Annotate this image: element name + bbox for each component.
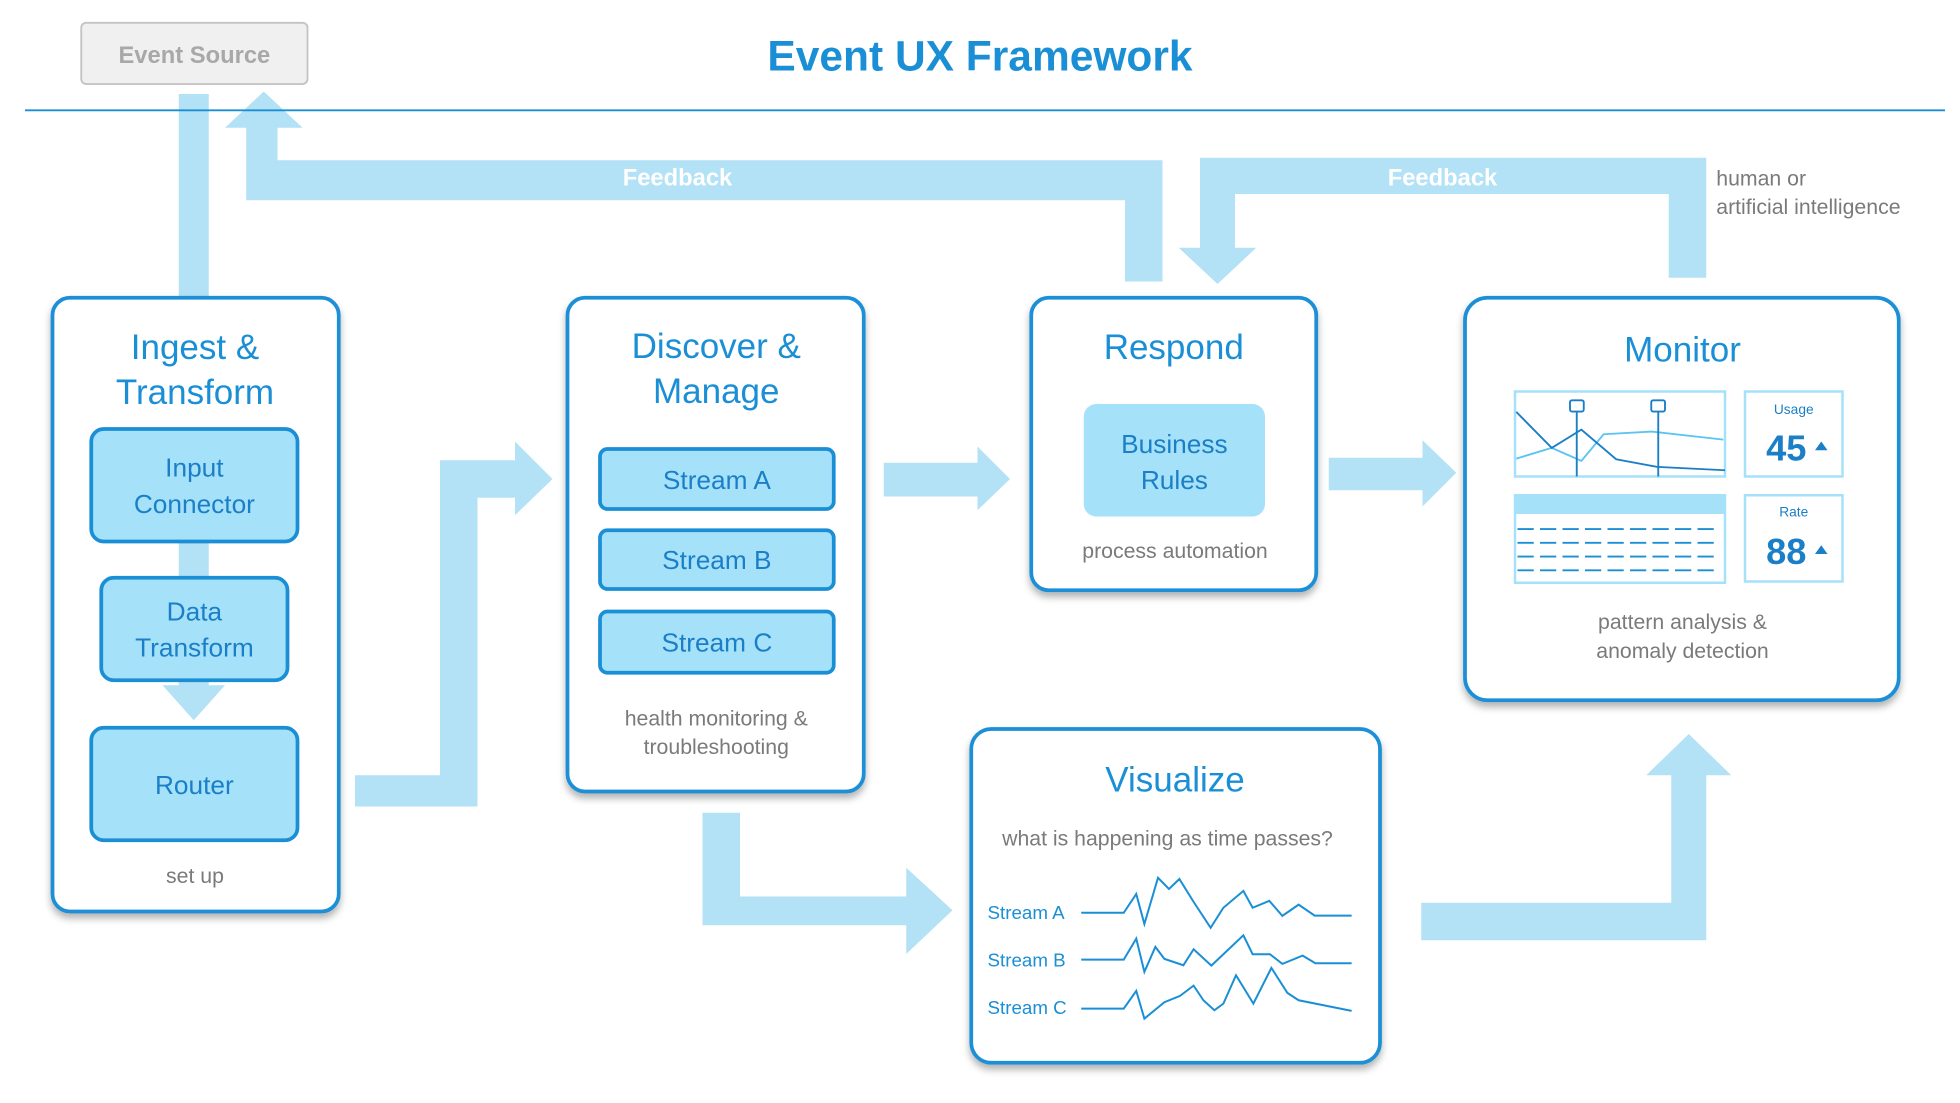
respond-panel: Respond Business Rules process automatio… <box>1029 295 1319 593</box>
router-label: Router <box>155 770 234 800</box>
stream-b-label: Stream B <box>662 545 771 575</box>
mini-line-chart <box>1513 390 1727 478</box>
respond-to-monitor-arrow <box>1328 440 1457 507</box>
respond-caption: process automation <box>1082 539 1267 563</box>
discover-caption-line2: troubleshooting <box>644 735 789 759</box>
monitor-panel: Monitor Usage 45 Rate 88 pattern analysi… <box>1463 295 1901 703</box>
ai-note-line2: artificial intelligence <box>1716 195 1900 219</box>
feedback-label-right: Feedback <box>1388 164 1498 191</box>
usage-label: Usage <box>1774 402 1814 417</box>
event-source-box[interactable]: Event Source <box>80 21 309 85</box>
viz-stream-c-label: Stream C <box>988 997 1067 1018</box>
ingest-to-discover-arrow <box>355 441 553 807</box>
respond-title: Respond <box>1104 328 1244 367</box>
rate-kpi: Rate 88 <box>1743 494 1844 583</box>
router-node[interactable]: Router <box>89 725 300 843</box>
data-transform-line1: Data <box>167 596 223 626</box>
visualize-title: Visualize <box>1105 761 1244 800</box>
ai-note-line1: human or <box>1716 166 1806 190</box>
event-source-label: Event Source <box>118 42 270 69</box>
stream-a-node[interactable]: Stream A <box>598 447 836 511</box>
discover-manage-panel: Discover & Manage Stream A Stream B Stre… <box>565 295 866 794</box>
ingest-title-line1: Ingest & <box>131 328 259 367</box>
ingest-transform-panel: Ingest & Transform Input Connector Data … <box>50 295 341 914</box>
rate-label: Rate <box>1779 505 1808 520</box>
visualize-panel: Visualize what is happening as time pass… <box>969 727 1382 1065</box>
monitor-caption-line2: anomaly detection <box>1596 639 1768 663</box>
input-connector-node[interactable]: Input Connector <box>89 427 300 544</box>
visualize-question: what is happening as time passes? <box>1001 826 1333 850</box>
usage-kpi: Usage 45 <box>1743 390 1844 478</box>
discover-title-line1: Discover & <box>632 327 801 366</box>
viz-stream-b-label: Stream B <box>988 950 1066 971</box>
rate-value: 88 <box>1766 531 1806 572</box>
monitor-title: Monitor <box>1624 331 1741 370</box>
discover-title-line2: Manage <box>653 372 779 411</box>
marker-icon <box>1650 399 1666 413</box>
stream-c-node[interactable]: Stream C <box>598 609 836 675</box>
business-rules-node[interactable]: Business Rules <box>1083 404 1265 517</box>
business-rules-line1: Business <box>1121 429 1228 459</box>
page-title: Event UX Framework <box>767 33 1193 80</box>
usage-value: 45 <box>1766 427 1806 468</box>
feedback-label-left: Feedback <box>623 164 733 191</box>
stream-c-label: Stream C <box>661 628 772 658</box>
stream-b-node[interactable]: Stream B <box>598 528 836 591</box>
ingest-caption: set up <box>166 864 224 888</box>
discover-caption-line1: health monitoring & <box>625 706 808 730</box>
data-transform-node[interactable]: Data Transform <box>99 575 290 683</box>
discover-to-visualize-arrow <box>702 812 953 954</box>
viz-stream-a-label: Stream A <box>988 902 1066 923</box>
stream-a-label: Stream A <box>663 465 771 495</box>
event-ux-diagram: Event Source Event UX Framework Feedback… <box>25 21 1945 1065</box>
input-connector-line2: Connector <box>134 489 255 519</box>
mini-table <box>1513 494 1727 584</box>
event-source-arrow <box>178 94 209 298</box>
connector-to-transform-arrow <box>178 541 209 579</box>
marker-icon <box>1569 399 1585 413</box>
data-transform-line2: Transform <box>135 633 254 663</box>
input-connector-line1: Input <box>165 453 224 483</box>
business-rules-line2: Rules <box>1141 465 1208 495</box>
discover-to-respond-arrow <box>883 446 1010 511</box>
ingest-title-line2: Transform <box>116 373 274 412</box>
monitor-caption-line1: pattern analysis & <box>1598 610 1767 634</box>
visualize-to-monitor-arrow <box>1421 734 1732 941</box>
